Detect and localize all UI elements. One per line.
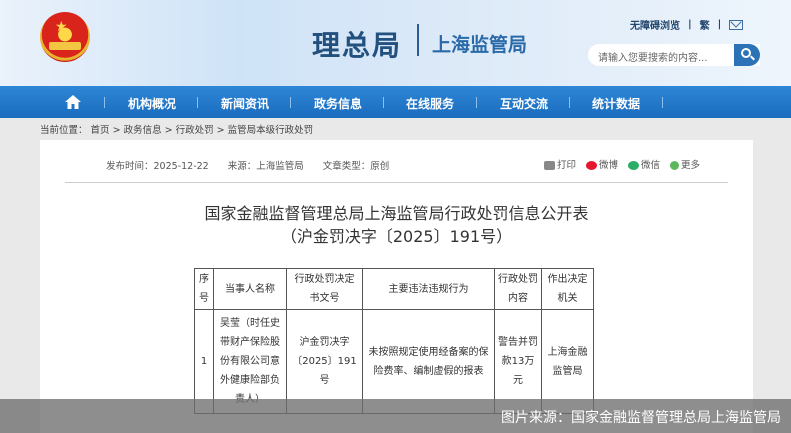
header-authority: 作出决定机关 bbox=[541, 268, 594, 310]
breadcrumb-local-penalty[interactable]: 监管局本级行政处罚 bbox=[228, 125, 314, 136]
nav-item-statistics[interactable]: 统计数据 bbox=[592, 95, 640, 112]
table-header-row: 序号 当事人名称 行政处罚决定书文号 主要违法违规行为 行政处罚内容 作出决定机… bbox=[194, 268, 594, 310]
national-emblem-icon: ★ bbox=[40, 12, 90, 62]
wechat-link[interactable]: 微信 bbox=[628, 157, 660, 171]
mail-icon[interactable] bbox=[729, 19, 744, 30]
article-type: 文章类型：原创 bbox=[322, 161, 390, 172]
article-source: 来源：上海监管局 bbox=[227, 161, 304, 172]
print-link[interactable]: 打印 bbox=[544, 157, 576, 171]
nav-item-interaction[interactable]: 互动交流 bbox=[500, 95, 548, 112]
plus-icon bbox=[670, 161, 680, 170]
image-caption-bar: 图片来源：国家金融监督管理总局上海监管局 bbox=[0, 399, 791, 433]
site-title: 理总局 bbox=[312, 29, 403, 62]
penalty-table: 序号 当事人名称 行政处罚决定书文号 主要违法违规行为 行政处罚内容 作出决定机… bbox=[194, 268, 594, 414]
cell-party: 吴莹（时任史带财产保险股份有限公司意外健康险部负责人） bbox=[213, 309, 287, 414]
header-index: 序号 bbox=[194, 268, 214, 310]
article-meta: 发布时间：2025-12-22 来源：上海监管局 文章类型：原创 bbox=[106, 158, 405, 172]
cell-penalty: 警告并罚款13万元 bbox=[494, 309, 542, 414]
home-icon[interactable] bbox=[64, 93, 82, 111]
breadcrumb-home[interactable]: 首页 bbox=[91, 125, 110, 136]
traditional-chinese-link[interactable]: 繁 bbox=[700, 17, 710, 32]
breadcrumb-penalty[interactable]: 行政处罚 bbox=[176, 125, 214, 136]
site-header: ★ 理总局 上海监管局 无障碍浏览 | 繁 | 请输入您要搜索的内容... bbox=[0, 0, 791, 86]
article-panel: 发布时间：2025-12-22 来源：上海监管局 文章类型：原创 打印 微博 微… bbox=[40, 140, 753, 433]
cell-doc-number: 沪金罚决字〔2025〕191号 bbox=[286, 309, 363, 414]
meta-divider bbox=[65, 182, 728, 183]
site-subtitle: 上海监管局 bbox=[432, 34, 528, 56]
cell-authority: 上海金融监管局 bbox=[541, 309, 594, 414]
table-row: 1 吴莹（时任史带财产保险股份有限公司意外健康险部负责人） 沪金罚决字〔2025… bbox=[194, 309, 594, 414]
title-divider bbox=[417, 24, 419, 56]
weibo-icon bbox=[586, 161, 598, 170]
header-doc-number: 行政处罚决定书文号 bbox=[286, 268, 363, 310]
cell-violation: 未按照规定使用经备案的保险费率、编制虚假的报表 bbox=[362, 309, 495, 414]
header-violation: 主要违法违规行为 bbox=[362, 268, 495, 310]
accessibility-link[interactable]: 无障碍浏览 bbox=[630, 17, 680, 32]
header-party: 当事人名称 bbox=[213, 268, 287, 310]
print-icon bbox=[544, 161, 555, 170]
wechat-icon bbox=[628, 161, 640, 170]
more-link[interactable]: 更多 bbox=[670, 157, 700, 171]
nav-item-news[interactable]: 新闻资讯 bbox=[221, 95, 269, 112]
main-nav: 机构概况 新闻资讯 政务信息 在线服务 互动交流 统计数据 bbox=[0, 86, 791, 118]
cell-index: 1 bbox=[194, 309, 214, 414]
document-title: 国家金融监督管理总局上海监管局行政处罚信息公开表 （沪金罚决字〔2025〕191… bbox=[204, 204, 589, 246]
nav-item-about[interactable]: 机构概况 bbox=[128, 95, 176, 112]
nav-item-online-service[interactable]: 在线服务 bbox=[406, 95, 454, 112]
header-penalty: 行政处罚内容 bbox=[494, 268, 542, 310]
nav-item-government-info[interactable]: 政务信息 bbox=[314, 95, 362, 112]
share-bar: 打印 微博 微信 更多 bbox=[544, 157, 700, 171]
publish-date: 发布时间：2025-12-22 bbox=[106, 161, 209, 172]
top-links: 无障碍浏览 | 繁 | bbox=[630, 17, 744, 32]
image-source-caption: 图片来源：国家金融监督管理总局上海监管局 bbox=[501, 410, 781, 426]
search-button[interactable] bbox=[734, 44, 760, 66]
weibo-link[interactable]: 微博 bbox=[586, 157, 618, 171]
breadcrumb-government-info[interactable]: 政务信息 bbox=[124, 125, 162, 136]
breadcrumb: 当前位置： 首页 > 政务信息 > 行政处罚 > 监管局本级行政处罚 bbox=[40, 125, 314, 136]
